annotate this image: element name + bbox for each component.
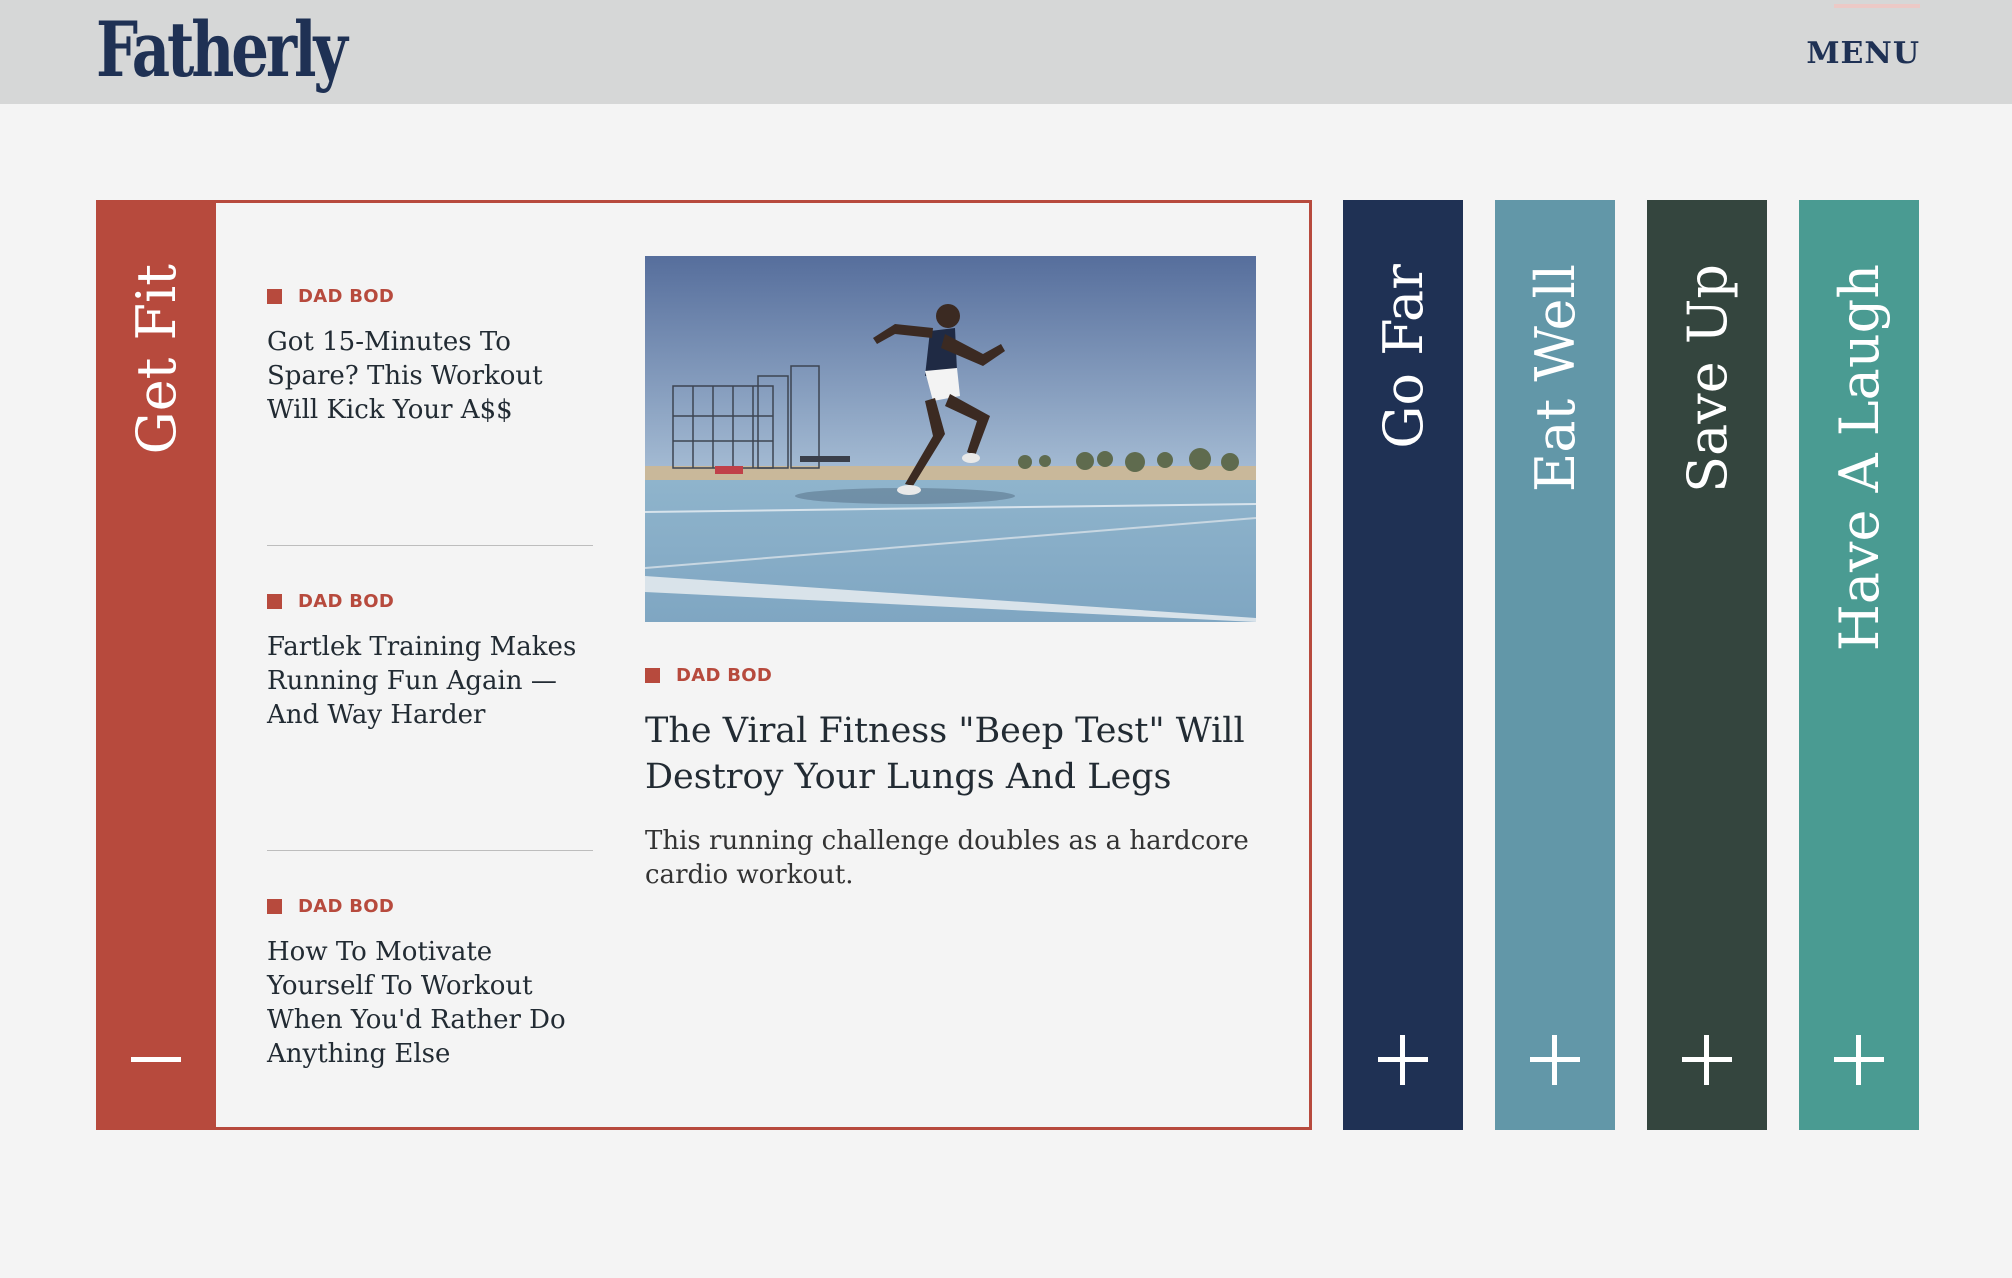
section-tab-eat-well[interactable]: Eat Well — [1495, 200, 1615, 1130]
section-tab-label: Save Up — [1675, 264, 1739, 493]
divider — [267, 850, 593, 851]
tag-square-icon — [267, 899, 282, 914]
tag-square-icon — [267, 289, 282, 304]
list-item[interactable]: DAD BOD How To Motivate Yourself To Work… — [267, 896, 593, 1201]
category-tag[interactable]: DAD BOD — [645, 665, 1256, 686]
runner-photo-icon[interactable] — [645, 256, 1256, 622]
list-item[interactable]: DAD BOD Fartlek Training Makes Running F… — [267, 591, 593, 896]
section-tab-have-a-laugh[interactable]: Have A Laugh — [1799, 200, 1919, 1130]
article-title[interactable]: How To Motivate Yourself To Workout When… — [267, 935, 593, 1071]
plus-icon[interactable] — [1343, 1030, 1463, 1090]
section-tab-label: Eat Well — [1523, 264, 1587, 493]
menu-button[interactable]: MENU — [1806, 36, 1920, 71]
section-tab-label: Have A Laugh — [1827, 264, 1891, 652]
featured-article: DAD BOD The Viral Fitness "Beep Test" Wi… — [645, 256, 1256, 892]
plus-icon[interactable] — [1647, 1030, 1767, 1090]
category-label: DAD BOD — [298, 896, 395, 917]
fatherly-logo[interactable]: Fatherly — [96, 6, 348, 94]
article-title[interactable]: Fartlek Training Makes Running Fun Again… — [267, 630, 593, 732]
category-tag[interactable]: DAD BOD — [267, 286, 593, 307]
category-tag[interactable]: DAD BOD — [267, 591, 593, 612]
category-label: DAD BOD — [298, 591, 395, 612]
plus-icon[interactable] — [1495, 1030, 1615, 1090]
plus-icon[interactable] — [1799, 1030, 1919, 1090]
tag-square-icon — [267, 594, 282, 609]
category-label: DAD BOD — [676, 665, 773, 686]
section-tab-save-up[interactable]: Save Up — [1647, 200, 1767, 1130]
menu-accent-bar — [1834, 4, 1920, 8]
article-title[interactable]: Got 15-Minutes To Spare? This Workout Wi… — [267, 325, 593, 427]
featured-article-title[interactable]: The Viral Fitness "Beep Test" Will Destr… — [645, 708, 1256, 800]
category-tag[interactable]: DAD BOD — [267, 896, 593, 917]
category-label: DAD BOD — [298, 286, 395, 307]
minus-icon[interactable] — [96, 1030, 216, 1090]
list-item[interactable]: DAD BOD Got 15-Minutes To Spare? This Wo… — [267, 286, 593, 591]
article-list: DAD BOD Got 15-Minutes To Spare? This Wo… — [267, 286, 593, 1201]
divider — [267, 545, 593, 546]
section-tab-label: Go Far — [1371, 264, 1435, 449]
section-tab-go-far[interactable]: Go Far — [1343, 200, 1463, 1130]
tag-square-icon — [645, 668, 660, 683]
section-tab-label: Get Fit — [124, 264, 188, 455]
site-header: Fatherly MENU — [0, 0, 2012, 104]
featured-article-description: This running challenge doubles as a hard… — [645, 826, 1249, 890]
section-tab-get-fit[interactable]: Get Fit — [96, 200, 216, 1130]
